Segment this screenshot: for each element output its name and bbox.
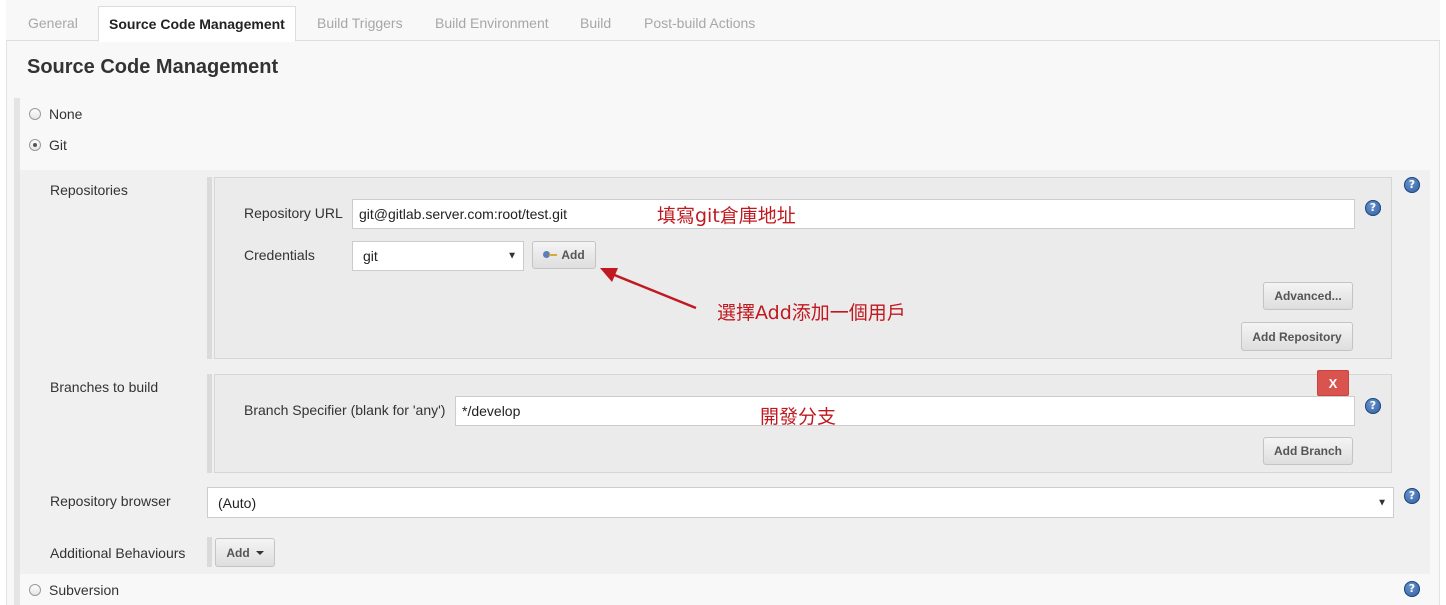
chevron-down-icon: ▼ — [1377, 497, 1387, 508]
advanced-label: Advanced... — [1274, 289, 1342, 303]
arrow-shaft — [611, 272, 697, 310]
branch-specifier-input[interactable]: */develop — [455, 396, 1355, 426]
add-credentials-label: Add — [561, 248, 585, 262]
branch-specifier-value: */develop — [462, 403, 521, 419]
tab-build-triggers[interactable]: Build Triggers — [317, 6, 403, 41]
repository-url-label: Repository URL — [244, 205, 343, 221]
radio-label-git: Git — [49, 137, 67, 153]
tab-source-code-management[interactable]: Source Code Management — [98, 6, 296, 42]
scm-option-git[interactable]: Git — [29, 137, 67, 153]
radio-label-none: None — [49, 106, 83, 122]
behaviours-rail — [207, 537, 212, 567]
radio-label-subversion: Subversion — [49, 582, 120, 598]
repository-url-input[interactable]: git@gitlab.server.com:root/test.git — [352, 199, 1355, 229]
radio-none[interactable] — [29, 108, 41, 120]
key-icon — [543, 251, 558, 259]
branches-rail — [207, 374, 212, 473]
add-behaviour-label: Add — [226, 545, 250, 560]
scm-option-subversion[interactable]: Subversion — [29, 582, 119, 598]
annotation-branch: 開發分支 — [760, 406, 837, 428]
help-icon[interactable]: ? — [1365, 398, 1381, 414]
add-behaviour-button[interactable]: Add — [215, 538, 275, 567]
repository-url-value: git@gitlab.server.com:root/test.git — [359, 206, 567, 222]
repository-browser-label: Repository browser — [50, 493, 171, 509]
credentials-value: git — [363, 248, 378, 264]
advanced-button[interactable]: Advanced... — [1263, 282, 1353, 310]
credentials-label: Credentials — [244, 247, 315, 263]
add-repository-button[interactable]: Add Repository — [1241, 322, 1353, 351]
delete-branch-label: X — [1328, 375, 1338, 391]
add-branch-label: Add Branch — [1273, 444, 1342, 458]
repository-browser-value: (Auto) — [218, 494, 257, 511]
section-title: Source Code Management — [27, 56, 279, 78]
help-icon[interactable]: ? — [1404, 581, 1420, 597]
radio-subversion[interactable] — [29, 584, 41, 596]
tab-build[interactable]: Build — [580, 6, 611, 41]
repository-browser-select[interactable]: (Auto) ▼ — [207, 487, 1394, 518]
radio-git[interactable] — [29, 139, 41, 151]
add-repository-label: Add Repository — [1252, 329, 1342, 344]
delete-branch-button[interactable]: X — [1317, 370, 1349, 396]
branches-label: Branches to build — [50, 379, 159, 395]
chevron-down-icon: ▼ — [507, 250, 517, 262]
add-credentials-button[interactable]: Add — [532, 241, 596, 269]
tab-build-environment[interactable]: Build Environment — [435, 6, 549, 41]
credentials-select[interactable]: git ▼ — [352, 241, 524, 271]
annotation-url: 填寫git倉庫地址 — [657, 205, 796, 227]
annotation-add: 選擇Add添加一個用戶 — [717, 302, 906, 324]
tab-post-build-actions[interactable]: Post-build Actions — [644, 6, 755, 41]
repositories-rail — [207, 177, 212, 359]
annotation-arrow — [600, 268, 697, 310]
help-icon[interactable]: ? — [1404, 488, 1420, 504]
help-icon[interactable]: ? — [1365, 200, 1381, 216]
tab-general[interactable]: General — [28, 6, 78, 41]
branch-specifier-label: Branch Specifier (blank for 'any') — [244, 402, 446, 418]
add-branch-button[interactable]: Add Branch — [1263, 437, 1353, 465]
scm-option-none[interactable]: None — [29, 106, 82, 122]
chevron-down-icon — [255, 550, 264, 555]
additional-behaviours-label: Additional Behaviours — [50, 545, 186, 561]
repositories-label: Repositories — [50, 182, 128, 198]
help-icon[interactable]: ? — [1404, 177, 1420, 193]
tab-bar: General Source Code Management Build Tri… — [6, 0, 1440, 42]
